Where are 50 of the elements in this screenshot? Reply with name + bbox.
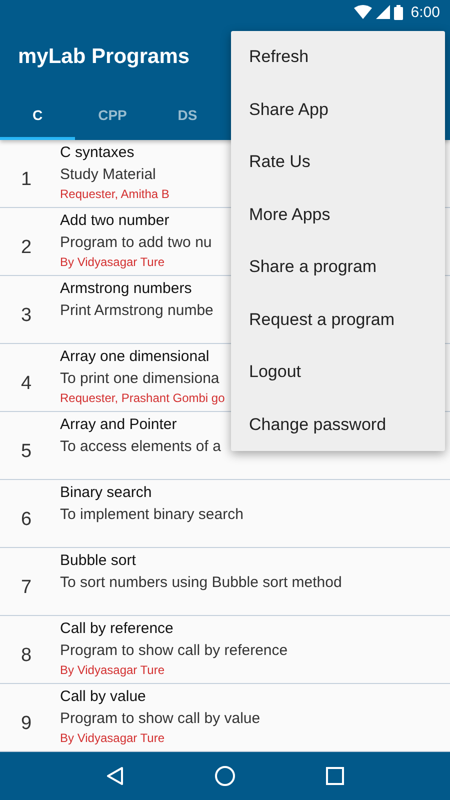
row-number: 9 [20, 712, 33, 736]
program-description: To implement binary search [60, 505, 244, 525]
row-number: 1 [20, 168, 33, 192]
signal-icon [376, 5, 390, 19]
home-icon[interactable] [214, 766, 235, 786]
menu-item[interactable]: Request a program [231, 294, 445, 346]
tab[interactable]: DS [150, 90, 225, 140]
program-author: Requester, Prashant Gombi go [60, 390, 225, 407]
row-number: 3 [20, 304, 33, 328]
program-author: Requester, Amitha B [60, 186, 170, 203]
program-author: By Vidyasagar Ture [60, 730, 166, 747]
program-row[interactable]: 7 Bubble sort To sort numbers using Bubble sort method [0, 548, 450, 616]
row-number: 2 [20, 236, 33, 260]
program-title: Array one dimensional [60, 347, 210, 367]
program-description: Print Armstrong numbe [60, 301, 214, 321]
menu-item[interactable]: Refresh [231, 31, 445, 84]
program-author: By Vidyasagar Ture [60, 662, 166, 679]
program-row[interactable]: 8 Call by reference Program to show call by reference By Vidyasagar Ture [0, 616, 450, 684]
program-title: Call by reference [60, 619, 174, 639]
recents-icon[interactable] [326, 767, 344, 785]
program-description: To print one dimensiona [60, 369, 220, 389]
program-description: Program to add two nu [60, 233, 212, 253]
menu-item[interactable]: Logout [231, 346, 445, 398]
tab[interactable]: CPP [75, 90, 150, 140]
row-number: 6 [20, 508, 33, 532]
program-description: To sort numbers using Bubble sort method [60, 573, 342, 593]
row-number: 4 [20, 372, 33, 396]
row-number: 5 [20, 440, 33, 464]
program-title: Call by value [60, 687, 147, 707]
row-number: 8 [20, 644, 33, 668]
program-title: C syntaxes [60, 143, 136, 163]
program-author: By Vidyasagar Ture [60, 254, 166, 271]
battery-icon [394, 4, 403, 20]
program-title: Array and Pointer [60, 415, 178, 435]
back-icon[interactable] [106, 767, 124, 785]
status-time: 6:00 [410, 4, 440, 20]
program-description: To access elements of a [60, 437, 221, 457]
program-description: Program to show call by reference [60, 641, 288, 661]
program-title: Binary search [60, 483, 153, 503]
app-title: myLab Programs [18, 44, 190, 70]
program-description: Study Material [60, 165, 157, 185]
row-number: 7 [20, 576, 33, 600]
tab[interactable]: C [0, 90, 75, 140]
program-title: Add two number [60, 211, 170, 231]
program-title: Armstrong numbers [60, 279, 193, 299]
program-description: Program to show call by value [60, 709, 260, 729]
wifi-icon [354, 5, 372, 19]
program-title: Bubble sort [60, 551, 137, 571]
program-row[interactable]: 6 Binary search To implement binary search [0, 480, 450, 548]
menu-item[interactable]: Share App [231, 84, 445, 136]
